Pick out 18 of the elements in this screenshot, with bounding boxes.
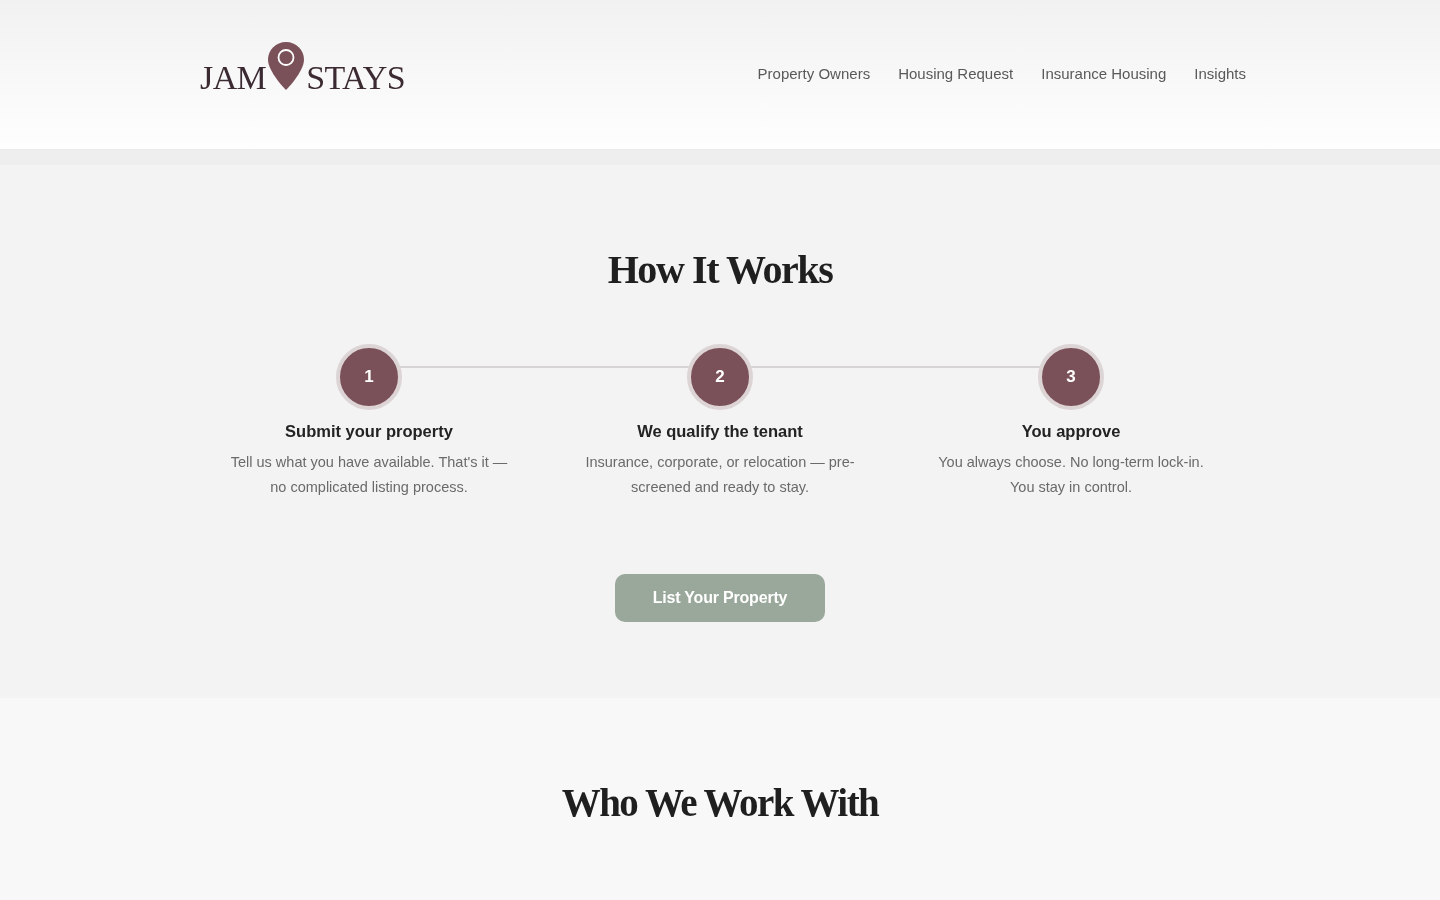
logo-text: STAYS	[306, 61, 406, 95]
section-title: How It Works	[606, 246, 834, 294]
step-title: You approve	[1021, 421, 1121, 442]
step-description: Insurance, corporate, or relocation — pre-screened and ready to stay.	[584, 453, 856, 497]
nav-link[interactable]: Housing Request	[898, 65, 1014, 82]
nav-link[interactable]: Insights	[1194, 65, 1246, 82]
step-title: We qualify the tenant	[637, 421, 803, 442]
logo-text: JAM	[200, 61, 267, 95]
section-title: Who We Work With	[560, 780, 880, 826]
step-description: You always choose. No long-term lock-in. You stay in control.	[937, 453, 1205, 497]
step-number: 1	[336, 344, 402, 410]
map-pin-icon	[268, 42, 305, 90]
nav-link[interactable]: Insurance Housing	[1041, 65, 1167, 82]
step-title: Submit your property	[285, 421, 453, 442]
step-description: Tell us what you have available. That's it — no complicated listing process.	[229, 453, 509, 497]
step-number: 3	[1038, 344, 1104, 410]
nav-link[interactable]: Property Owners	[757, 65, 871, 82]
step-number: 2	[687, 344, 753, 410]
